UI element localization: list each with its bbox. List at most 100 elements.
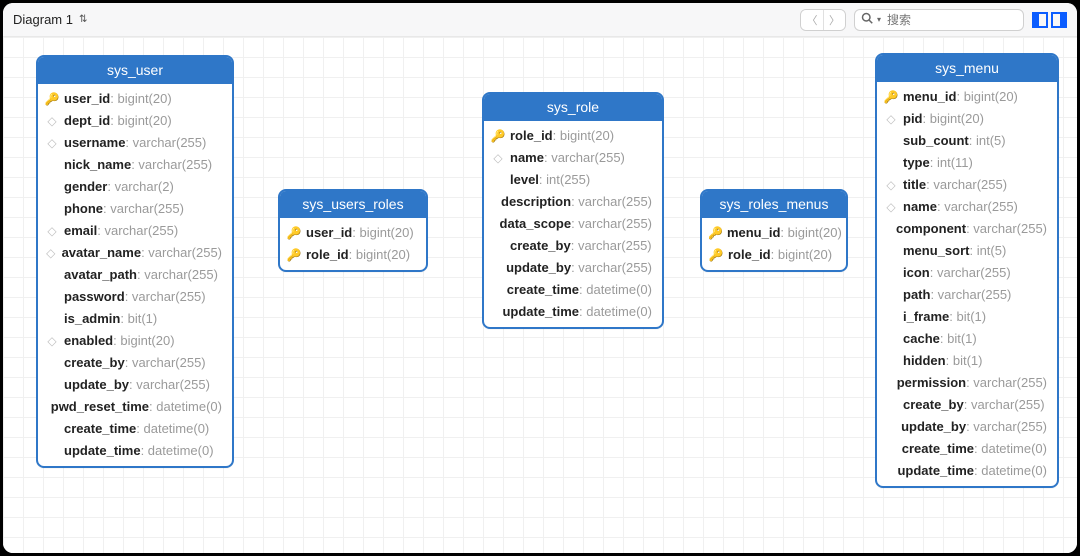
column-name: create_time [64, 420, 136, 438]
column-row[interactable]: 🔑role_id: bigint(20) [702, 244, 846, 266]
column-name: update_by [901, 418, 966, 436]
column-type: : varchar(255) [966, 374, 1047, 392]
column-name: role_id [728, 246, 771, 264]
column-name: create_by [64, 354, 125, 372]
entity-sys_role[interactable]: sys_role🔑role_id: bigint(20)◇name: varch… [482, 92, 664, 329]
column-row[interactable]: create_by: varchar(255) [484, 235, 662, 257]
column-row[interactable]: create_time: datetime(0) [877, 438, 1057, 460]
column-row[interactable]: create_time: datetime(0) [484, 279, 662, 301]
column-row[interactable]: path: varchar(255) [877, 284, 1057, 306]
diagram-canvas[interactable]: sys_user🔑user_id: bigint(20)◇dept_id: bi… [3, 37, 1077, 553]
column-row[interactable]: level: int(255) [484, 169, 662, 191]
column-name: nick_name [64, 156, 131, 174]
column-row[interactable]: i_frame: bit(1) [877, 306, 1057, 328]
column-name: update_time [897, 462, 974, 480]
column-row[interactable]: is_admin: bit(1) [38, 308, 232, 330]
column-row[interactable]: ◇name: varchar(255) [877, 196, 1057, 218]
entity-columns: 🔑user_id: bigint(20)🔑role_id: bigint(20) [280, 218, 426, 270]
search-input[interactable] [885, 12, 1017, 28]
column-type: : int(5) [969, 132, 1006, 150]
column-row[interactable]: 🔑user_id: bigint(20) [280, 222, 426, 244]
column-row[interactable]: gender: varchar(2) [38, 176, 232, 198]
column-row[interactable]: 🔑menu_id: bigint(20) [702, 222, 846, 244]
column-type: : varchar(2) [107, 178, 173, 196]
column-row[interactable]: cache: bit(1) [877, 328, 1057, 350]
column-row[interactable]: ◇title: varchar(255) [877, 174, 1057, 196]
column-type: : datetime(0) [141, 442, 214, 460]
column-row[interactable]: 🔑user_id: bigint(20) [38, 88, 232, 110]
column-row[interactable]: ◇avatar_name: varchar(255) [38, 242, 232, 264]
column-type: : int(5) [969, 242, 1006, 260]
column-name: level [510, 171, 539, 189]
entity-title: sys_menu [877, 55, 1057, 82]
nav-back-button[interactable]: 〈 [801, 10, 823, 30]
column-type: : varchar(255) [930, 286, 1011, 304]
column-row[interactable]: update_time: datetime(0) [38, 440, 232, 462]
column-row[interactable]: update_time: datetime(0) [877, 460, 1057, 482]
column-type: : varchar(255) [137, 266, 218, 284]
column-row[interactable]: create_by: varchar(255) [877, 394, 1057, 416]
column-row[interactable]: phone: varchar(255) [38, 198, 232, 220]
column-type: : varchar(255) [964, 396, 1045, 414]
search-box[interactable]: ▾ [854, 9, 1024, 31]
column-row[interactable]: hidden: bit(1) [877, 350, 1057, 372]
column-row[interactable]: update_by: varchar(255) [484, 257, 662, 279]
column-type: : varchar(255) [571, 237, 652, 255]
column-type: : datetime(0) [136, 420, 209, 438]
column-type: : datetime(0) [149, 398, 222, 416]
column-type: : varchar(255) [125, 288, 206, 306]
key-icon: 🔑 [708, 246, 724, 264]
column-row[interactable]: ◇pid: bigint(20) [877, 108, 1057, 130]
key-icon: 🔑 [286, 224, 302, 242]
column-row[interactable]: 🔑role_id: bigint(20) [280, 244, 426, 266]
column-row[interactable]: password: varchar(255) [38, 286, 232, 308]
column-row[interactable]: 🔑role_id: bigint(20) [484, 125, 662, 147]
column-row[interactable]: create_time: datetime(0) [38, 418, 232, 440]
column-row[interactable]: ◇email: varchar(255) [38, 220, 232, 242]
column-row[interactable]: icon: varchar(255) [877, 262, 1057, 284]
column-row[interactable]: update_time: datetime(0) [484, 301, 662, 323]
column-row[interactable]: ◇name: varchar(255) [484, 147, 662, 169]
column-row[interactable]: component: varchar(255) [877, 218, 1057, 240]
column-row[interactable]: update_by: varchar(255) [877, 416, 1057, 438]
column-row[interactable]: update_by: varchar(255) [38, 374, 232, 396]
column-row[interactable]: data_scope: varchar(255) [484, 213, 662, 235]
entity-sys_menu[interactable]: sys_menu🔑menu_id: bigint(20)◇pid: bigint… [875, 53, 1059, 488]
chevron-down-icon: ▾ [877, 15, 881, 24]
panel-left-button[interactable] [1032, 12, 1048, 28]
column-row[interactable]: permission: varchar(255) [877, 372, 1057, 394]
column-row[interactable]: type: int(11) [877, 152, 1057, 174]
column-name: data_scope [500, 215, 572, 233]
column-row[interactable]: avatar_path: varchar(255) [38, 264, 232, 286]
column-name: title [903, 176, 926, 194]
column-row[interactable]: create_by: varchar(255) [38, 352, 232, 374]
column-name: menu_id [727, 224, 780, 242]
column-row[interactable]: ◇dept_id: bigint(20) [38, 110, 232, 132]
column-type: : bit(1) [940, 330, 977, 348]
diagram-selector[interactable]: Diagram 1 ⇅ [13, 12, 85, 27]
column-row[interactable]: menu_sort: int(5) [877, 240, 1057, 262]
column-row[interactable]: 🔑menu_id: bigint(20) [877, 86, 1057, 108]
column-row[interactable]: ◇enabled: bigint(20) [38, 330, 232, 352]
entity-sys_user[interactable]: sys_user🔑user_id: bigint(20)◇dept_id: bi… [36, 55, 234, 468]
index-icon: ◇ [44, 112, 60, 130]
column-type: : bit(1) [946, 352, 983, 370]
column-type: : varchar(255) [966, 220, 1047, 238]
index-icon: ◇ [44, 222, 60, 240]
entity-sys_users_roles[interactable]: sys_users_roles🔑user_id: bigint(20)🔑role… [278, 189, 428, 272]
panel-right-button[interactable] [1051, 12, 1067, 28]
column-type: : varchar(255) [131, 156, 212, 174]
column-name: update_time [502, 303, 579, 321]
entity-sys_roles_menus[interactable]: sys_roles_menus🔑menu_id: bigint(20)🔑role… [700, 189, 848, 272]
column-row[interactable]: ◇username: varchar(255) [38, 132, 232, 154]
column-name: avatar_name [62, 244, 142, 262]
column-row[interactable]: pwd_reset_time: datetime(0) [38, 396, 232, 418]
column-row[interactable]: nick_name: varchar(255) [38, 154, 232, 176]
column-row[interactable]: description: varchar(255) [484, 191, 662, 213]
column-type: : varchar(255) [125, 134, 206, 152]
column-type: : bigint(20) [352, 224, 413, 242]
entity-columns: 🔑menu_id: bigint(20)◇pid: bigint(20)sub_… [877, 82, 1057, 486]
nav-forward-button[interactable]: 〉 [823, 10, 845, 30]
column-name: create_by [903, 396, 964, 414]
column-row[interactable]: sub_count: int(5) [877, 130, 1057, 152]
